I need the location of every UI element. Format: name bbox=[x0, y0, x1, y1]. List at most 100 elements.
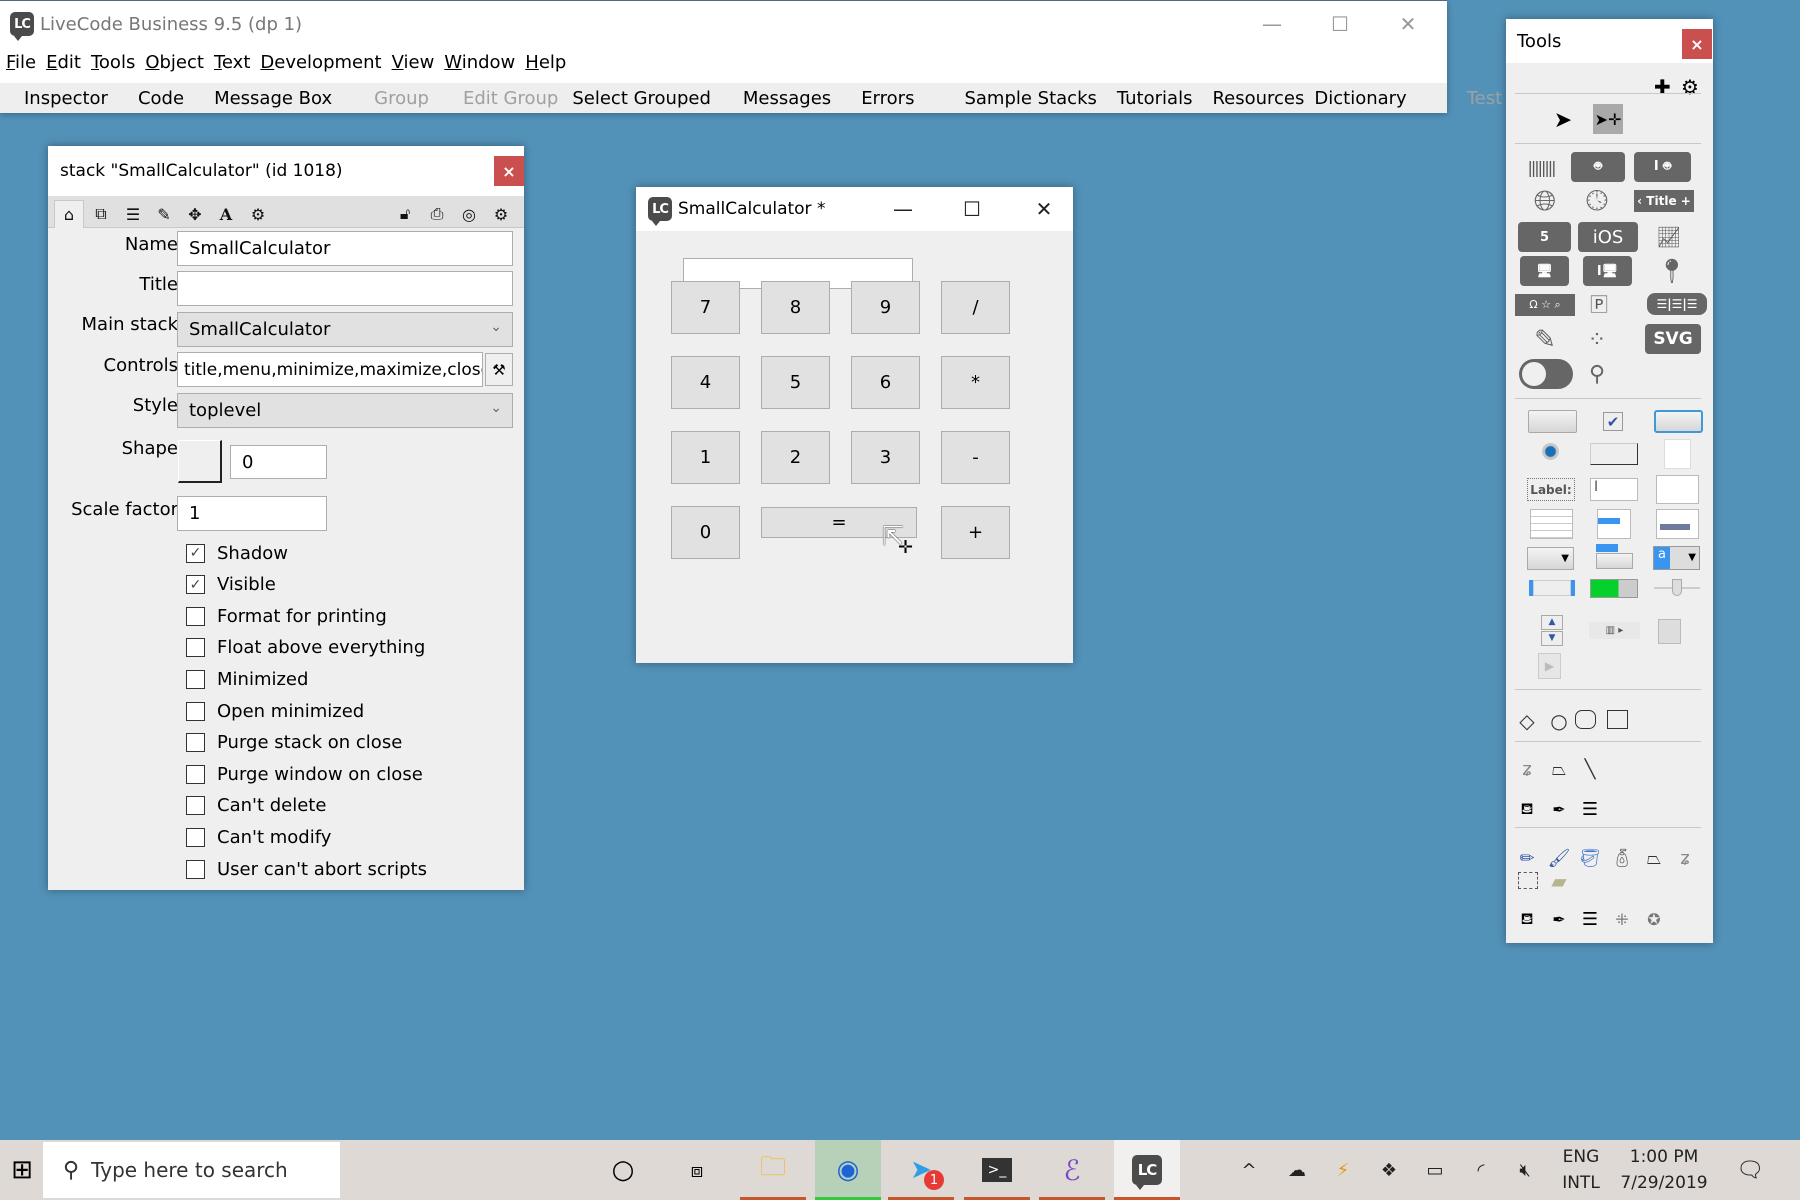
checkbox[interactable]: ✓ bbox=[186, 575, 205, 595]
fill-bucket-icon[interactable]: ⛾ bbox=[1512, 904, 1542, 934]
eraser-tool-icon[interactable]: ▰ bbox=[1544, 866, 1574, 896]
power-icon[interactable]: ⚡ bbox=[1326, 1140, 1360, 1200]
clock[interactable]: 1:00 PM 7/29/2019 bbox=[1614, 1140, 1714, 1200]
barcode-widget-icon[interactable]: |||||||| bbox=[1516, 152, 1566, 182]
line-graph-widget-icon[interactable]: 📈︎ bbox=[1644, 222, 1694, 252]
calculator-button[interactable]: 5 bbox=[761, 356, 830, 409]
oval-shape-tool-icon[interactable]: ○ bbox=[1544, 706, 1574, 736]
calculator-maximize-button[interactable]: ☐ bbox=[942, 187, 1002, 231]
line-width-icon[interactable]: ☰ bbox=[1575, 904, 1605, 934]
menu-edit[interactable]: Edit bbox=[40, 52, 85, 73]
settings-icon[interactable]: ⚙ bbox=[486, 200, 516, 228]
task-view-icon[interactable]: ⧈ bbox=[664, 1140, 730, 1200]
tools-close-button[interactable]: × bbox=[1682, 29, 1712, 59]
tab-panel-tool-icon[interactable] bbox=[1664, 439, 1691, 469]
controls-field[interactable]: title,menu,minimize,maximize,close bbox=[177, 352, 483, 387]
text-field-tool-icon[interactable]: I bbox=[1590, 478, 1638, 501]
checkbox[interactable] bbox=[186, 796, 205, 816]
checkbox-row[interactable]: Can't delete bbox=[186, 792, 326, 820]
checkbox[interactable] bbox=[186, 764, 205, 784]
magic-wand-icon[interactable]: ⚒ bbox=[485, 353, 513, 386]
livecode-taskbar-icon[interactable]: LC bbox=[1114, 1140, 1180, 1200]
calculator-button[interactable]: + bbox=[941, 506, 1010, 559]
action-center-icon[interactable]: 🗨︎ bbox=[1730, 1140, 1770, 1200]
checkbox-row[interactable]: Minimized bbox=[186, 665, 308, 693]
spray-can-tool-icon[interactable]: 🧴︎ bbox=[1607, 843, 1637, 873]
dropbox-icon[interactable]: ❖ bbox=[1372, 1140, 1406, 1200]
freehand-shape-tool-icon[interactable]: ʑ bbox=[1512, 754, 1542, 784]
onedrive-icon[interactable]: ☁ bbox=[1280, 1140, 1314, 1200]
table-field-tool-icon[interactable] bbox=[1530, 509, 1573, 539]
line-width-icon[interactable]: ☰ bbox=[1575, 794, 1605, 824]
calculator-minimize-button[interactable]: — bbox=[873, 187, 933, 231]
file-explorer-icon[interactable]: 🗀︎ bbox=[740, 1140, 806, 1200]
pulldown-menu-tool-icon[interactable] bbox=[1533, 580, 1571, 596]
checkbox-row[interactable]: User can't abort scripts bbox=[186, 855, 427, 883]
rectangle-shape-tool-icon[interactable] bbox=[1607, 710, 1628, 729]
paint-polygon-tool-icon[interactable]: ⏢ bbox=[1639, 843, 1669, 873]
checkbox-row[interactable]: Purge window on close bbox=[186, 760, 423, 788]
html5-widget-icon[interactable]: 5 bbox=[1518, 222, 1571, 252]
menu-object[interactable]: Object bbox=[139, 52, 208, 73]
menu-development[interactable]: Development bbox=[254, 52, 385, 73]
mac-button-widget-icon[interactable]: 🖥︎ bbox=[1520, 256, 1569, 286]
slider-tool-icon[interactable] bbox=[1654, 579, 1700, 596]
mac-field-widget-icon[interactable]: I🖥︎ bbox=[1583, 256, 1632, 286]
scrollbar-tool-icon[interactable]: ▥ ▸ bbox=[1589, 622, 1640, 639]
unlock-icon[interactable]: 🔓︎ bbox=[390, 200, 420, 228]
pencil-icon[interactable]: ✎ bbox=[149, 200, 179, 228]
spray-shape-icon[interactable]: ✪ bbox=[1639, 904, 1669, 934]
cortana-icon[interactable]: ○ bbox=[590, 1140, 656, 1200]
tree-view-widget-icon[interactable]: ⚲ bbox=[1572, 359, 1622, 389]
label-field-tool-icon[interactable]: Label: bbox=[1527, 478, 1575, 501]
map-pin-widget-icon[interactable]: 📍︎ bbox=[1647, 256, 1697, 286]
menu-window[interactable]: Window bbox=[438, 52, 519, 73]
menu-tools[interactable]: Tools bbox=[85, 52, 139, 73]
calculator-button[interactable]: - bbox=[941, 431, 1010, 484]
polygon-shape-tool-icon[interactable]: ⏢ bbox=[1544, 754, 1574, 784]
list-field-tool-icon[interactable] bbox=[1597, 509, 1631, 539]
toolbar-inspector[interactable]: Inspector bbox=[0, 88, 120, 109]
wifi-icon[interactable]: ◜ bbox=[1464, 1140, 1498, 1200]
pen-color-icon[interactable]: ✒ bbox=[1544, 794, 1574, 824]
pdf-widget-icon[interactable]: 🄿 bbox=[1574, 289, 1624, 319]
calculator-button[interactable]: 7 bbox=[671, 281, 740, 334]
text-icon[interactable]: A bbox=[211, 200, 241, 228]
target-icon[interactable]: ◎ bbox=[454, 200, 484, 228]
data-grid-tool-icon[interactable] bbox=[1656, 509, 1699, 539]
clock-widget-icon[interactable]: 🕓︎ bbox=[1572, 184, 1622, 217]
checkbox-row[interactable]: ✓ Visible bbox=[186, 571, 276, 599]
style-select[interactable]: toplevel ⌄ bbox=[177, 393, 513, 428]
emacs-icon[interactable]: ℰ bbox=[1039, 1140, 1105, 1200]
toolbar-edit-group[interactable]: Edit Group bbox=[451, 88, 570, 109]
checkbox[interactable]: ✓ bbox=[186, 543, 205, 563]
menu-help[interactable]: Help bbox=[519, 52, 570, 73]
checkbox-tool-icon[interactable]: ✔ bbox=[1603, 412, 1623, 431]
combo-box-tool-icon[interactable]: a ▼ bbox=[1653, 546, 1700, 570]
checkbox[interactable] bbox=[186, 701, 205, 721]
menu-text[interactable]: Text bbox=[208, 52, 254, 73]
checkbox[interactable] bbox=[186, 733, 205, 753]
checkbox-row[interactable]: Float above everything bbox=[186, 634, 425, 662]
gears-icon[interactable]: ⚙ bbox=[243, 200, 273, 228]
ios-widget-icon[interactable]: iOS bbox=[1578, 222, 1638, 252]
android-field-widget-icon[interactable]: I 🤖︎ bbox=[1634, 152, 1691, 182]
checkbox[interactable] bbox=[186, 669, 205, 689]
checkbox[interactable] bbox=[186, 859, 205, 879]
calculator-button[interactable]: 1 bbox=[671, 431, 740, 484]
radio-button-tool-icon[interactable] bbox=[1542, 443, 1559, 460]
main-close-button[interactable]: ✕ bbox=[1374, 7, 1442, 41]
default-button-tool-icon[interactable] bbox=[1654, 410, 1703, 433]
show-hidden-icons-chevron[interactable]: ^ bbox=[1232, 1140, 1266, 1200]
browse-tool-icon[interactable]: ➤ bbox=[1538, 105, 1588, 135]
add-icon[interactable]: ✚ bbox=[1654, 75, 1671, 99]
scrolling-field-tool-icon[interactable] bbox=[1656, 475, 1699, 504]
battery-icon[interactable]: ▭ bbox=[1418, 1140, 1452, 1200]
taskbar-search-box[interactable]: ⚲ Type here to search bbox=[43, 1142, 340, 1198]
nav-bar-widget-icon[interactable]: Ω ☆ ⌕ bbox=[1515, 294, 1575, 316]
calculator-button[interactable]: 9 bbox=[851, 281, 920, 334]
menu-view[interactable]: View bbox=[386, 52, 439, 73]
cards-icon[interactable]: ⧉ bbox=[86, 200, 116, 228]
option-menu-tool-icon[interactable]: ▼ bbox=[1527, 547, 1574, 570]
toolbar-group[interactable]: Group bbox=[352, 88, 451, 109]
